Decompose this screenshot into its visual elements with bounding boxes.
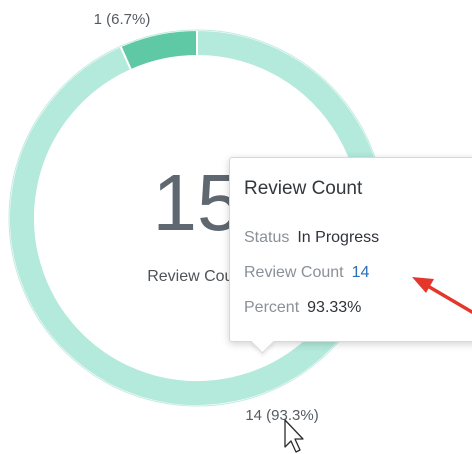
tooltip-title: Review Count: [244, 178, 363, 199]
tooltip-key: Review Count: [244, 264, 344, 281]
tooltip-value: 14: [351, 264, 370, 281]
slice-data-label: 14 (93.3%): [245, 407, 318, 424]
tooltip-key: Percent: [244, 299, 300, 316]
tooltip-row-status: Status In Progress: [244, 227, 472, 249]
chart-stage: 15 Review Count 14 (93.3%) 1 (6.7%) Revie…: [0, 0, 472, 454]
tooltip-row-percent: Percent 93.33%: [244, 297, 472, 319]
tooltip-value: In Progress: [297, 229, 380, 246]
tooltip-row-review-count: Review Count 14: [244, 262, 472, 284]
slice-data-label: 1 (6.7%): [94, 11, 151, 28]
tooltip-value: 93.33%: [307, 299, 362, 316]
chart-tooltip: Review Count Status In Progress Review Co…: [229, 157, 472, 354]
tooltip-key: Status: [244, 229, 290, 246]
donut-slice[interactable]: [119, 28, 198, 72]
